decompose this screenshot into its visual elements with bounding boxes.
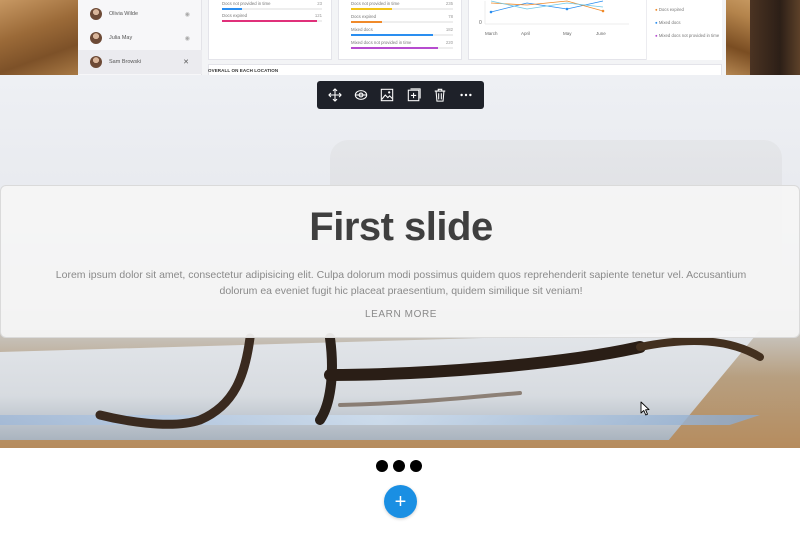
metric-value: 220 bbox=[445, 40, 453, 45]
legend-marker: ● bbox=[655, 33, 658, 38]
metric-value: 182 bbox=[445, 27, 453, 32]
user-row: Julia May ◉ bbox=[78, 26, 202, 50]
visibility-button[interactable] bbox=[351, 85, 371, 105]
mouse-cursor-icon bbox=[640, 401, 650, 416]
move-button[interactable] bbox=[325, 85, 345, 105]
legend-item: ● Docs expired bbox=[655, 7, 684, 12]
y-tick-label: 0 bbox=[479, 20, 482, 26]
metric-bar bbox=[351, 21, 453, 23]
slide-description[interactable]: Lorem ipsum dolor sit amet, consectetur … bbox=[37, 267, 765, 299]
metric-row: Docs expired 78 bbox=[351, 14, 453, 23]
location-card bbox=[208, 64, 722, 75]
user-list: Olivia Wilde ◉ Julia May ◉ Sam Browski ✕ bbox=[78, 0, 202, 75]
dashboard-preview-image: Olivia Wilde ◉ Julia May ◉ Sam Browski ✕… bbox=[0, 0, 800, 75]
delete-button[interactable] bbox=[430, 85, 450, 105]
add-block-button[interactable] bbox=[404, 85, 424, 105]
image-icon bbox=[381, 88, 394, 102]
metric-bar-fill bbox=[351, 47, 438, 49]
user-name: Olivia Wilde bbox=[109, 11, 139, 17]
eye-icon: ◉ bbox=[184, 11, 190, 18]
book-edge bbox=[750, 0, 800, 75]
metric-label: Docs expired bbox=[351, 14, 377, 19]
avatar bbox=[90, 56, 102, 68]
section-title: OVERALL ON EACH LOCATION bbox=[208, 68, 279, 73]
metric-label: Mixed docs bbox=[351, 27, 373, 32]
metric-bar bbox=[351, 47, 453, 49]
metric-bar-fill bbox=[351, 8, 392, 10]
metric-bar bbox=[222, 8, 322, 10]
visibility-icon bbox=[355, 90, 368, 100]
metric-label: Mixed docs not provided in time bbox=[351, 40, 412, 45]
add-block-button[interactable]: + bbox=[384, 485, 417, 518]
user-name: Julia May bbox=[109, 35, 133, 41]
metric-label: Docs expired bbox=[222, 13, 248, 18]
metric-bar-fill bbox=[351, 21, 382, 23]
block-toolbar bbox=[317, 81, 484, 109]
page: Olivia Wilde ◉ Julia May ◉ Sam Browski ✕… bbox=[0, 0, 800, 533]
metric-bar bbox=[351, 34, 453, 36]
metric-label: Docs not provided in time bbox=[351, 1, 400, 6]
learn-more-link[interactable]: LEARN MORE bbox=[1, 309, 800, 320]
slide-caption: First slide Lorem ipsum dolor sit amet, … bbox=[0, 185, 800, 338]
legend-marker: ● bbox=[655, 20, 658, 25]
x-tick-label: June bbox=[596, 31, 606, 36]
metric-row: Docs not provided in time 235 bbox=[351, 1, 453, 10]
metric-bar-fill bbox=[222, 20, 317, 22]
series-point bbox=[565, 7, 569, 11]
avatar bbox=[90, 8, 102, 20]
metric-row: Docs expired 121 bbox=[222, 13, 322, 22]
carousel-indicator-dot[interactable] bbox=[393, 460, 405, 472]
legend-item: ● Mixed docs bbox=[655, 20, 681, 25]
metric-row: Mixed docs 182 bbox=[351, 27, 453, 36]
x-tick-label: March bbox=[485, 31, 498, 36]
carousel-indicators bbox=[376, 460, 422, 472]
x-tick-label: April bbox=[521, 31, 530, 36]
metric-label: Docs not provided in time bbox=[222, 1, 271, 6]
close-icon: ✕ bbox=[183, 59, 189, 66]
legend-marker: ● bbox=[655, 7, 658, 12]
chart-legend: ● Docs expired ● Mixed docs ● Mixed docs… bbox=[646, 0, 722, 60]
metric-row: Mixed docs not provided in time 220 bbox=[351, 40, 453, 49]
metric-value: 78 bbox=[448, 14, 453, 19]
user-row: Sam Browski ✕ bbox=[78, 50, 202, 74]
user-name: Sam Browski bbox=[109, 59, 142, 65]
metric-value: 121 bbox=[314, 13, 322, 18]
user-row: Olivia Wilde ◉ bbox=[78, 2, 202, 26]
series-point bbox=[489, 10, 493, 14]
legend-label: Mixed docs bbox=[658, 20, 681, 25]
metric-value: 23 bbox=[317, 1, 322, 6]
slide-title[interactable]: First slide bbox=[1, 205, 800, 250]
image-button[interactable] bbox=[377, 85, 397, 105]
x-tick-label: May bbox=[563, 31, 572, 36]
trash-icon bbox=[434, 88, 445, 102]
metric-value: 235 bbox=[445, 1, 453, 6]
more-icon bbox=[460, 93, 472, 97]
metric-bar-fill bbox=[222, 8, 242, 10]
dashboard-screen: Olivia Wilde ◉ Julia May ◉ Sam Browski ✕… bbox=[78, 0, 727, 75]
metric-bar bbox=[222, 20, 322, 22]
carousel-indicator-dot[interactable] bbox=[376, 460, 388, 472]
stats-card: Docs not provided in time 23 Docs expire… bbox=[208, 0, 332, 60]
legend-label: Mixed docs not provided in time bbox=[658, 33, 720, 38]
legend-item: ● Mixed docs not provided in time bbox=[655, 33, 721, 39]
eye-icon: ◉ bbox=[184, 35, 190, 42]
avatar bbox=[90, 32, 102, 44]
legend-label: Docs expired bbox=[658, 7, 684, 12]
laptop-edge bbox=[0, 415, 760, 425]
stats-card: Docs not provided in time 235 Docs expir… bbox=[338, 0, 462, 60]
series-point bbox=[601, 9, 605, 13]
desk-wood-left bbox=[0, 0, 80, 75]
move-icon bbox=[328, 88, 342, 102]
add-block-icon bbox=[407, 88, 421, 102]
carousel-indicator-dot[interactable] bbox=[410, 460, 422, 472]
metric-row: Docs not provided in time 23 bbox=[222, 1, 322, 10]
metric-bar-fill bbox=[351, 34, 433, 36]
metric-bar bbox=[351, 8, 453, 10]
more-button[interactable] bbox=[456, 85, 476, 105]
